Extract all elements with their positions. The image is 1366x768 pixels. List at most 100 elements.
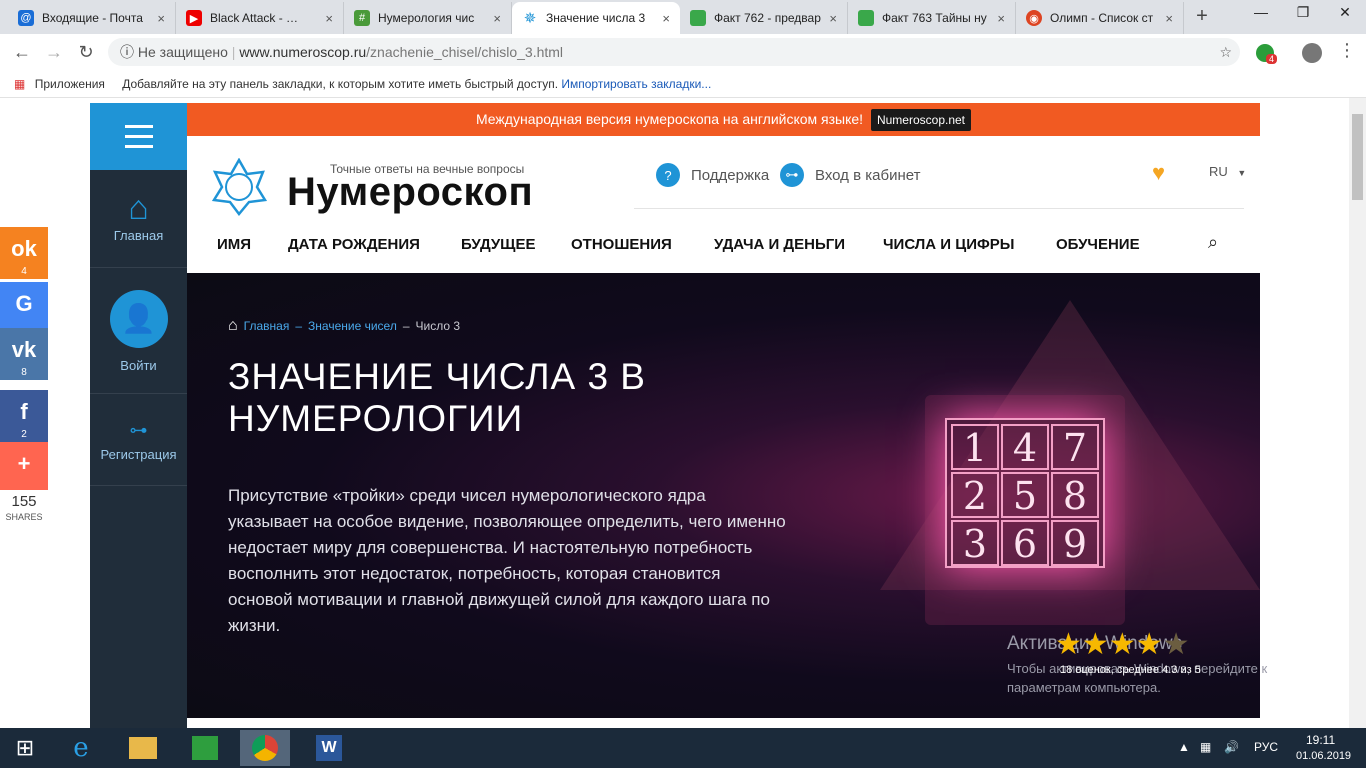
tab-bar: @ Входящие - Почта × ▶ Black Attack - … × # Н… [0, 0, 1366, 34]
logo-text[interactable]: Нумероскоп [287, 170, 533, 215]
numeroscop-icon: ✵ [523, 10, 537, 27]
numerology-grid: 1 4 7 2 5 8 3 6 9 [945, 418, 1105, 568]
star-icon[interactable]: ★ [1082, 630, 1109, 660]
star-bookmark-icon[interactable]: ☆ [1219, 38, 1232, 66]
bookmarks-bar: ▦ Приложения Добавляйте на эту панель за… [0, 70, 1366, 98]
chevron-down-icon: ▼ [1237, 168, 1247, 178]
international-banner[interactable]: Международная версия нумероскопа на англ… [187, 103, 1260, 136]
menu-item-future[interactable]: БУДУЩЕЕ [461, 236, 535, 253]
grid-cell: 9 [1051, 520, 1099, 566]
odnoklassniki-icon: ok [11, 236, 37, 261]
tab-numerology[interactable]: # Нумерология чис × [344, 2, 512, 34]
close-icon[interactable]: × [157, 11, 165, 26]
breadcrumb-section-link[interactable]: Значение чисел [308, 319, 397, 333]
favorites-heart-icon[interactable]: ♥ [1152, 160, 1165, 186]
star-icon[interactable]: ★ [1055, 630, 1082, 660]
share-vk-button[interactable]: vk 8 [0, 328, 48, 380]
extension-icon[interactable]: 4 [1256, 44, 1278, 64]
network-icon[interactable]: ▦ [1200, 740, 1211, 754]
new-tab-button[interactable]: + [1190, 5, 1214, 28]
input-language[interactable]: РУС [1254, 740, 1278, 754]
grid-cell: 8 [1051, 472, 1099, 518]
tab-youtube[interactable]: ▶ Black Attack - … × [176, 2, 344, 34]
tray-arrow-icon[interactable]: ▲ [1178, 740, 1190, 754]
reload-icon[interactable]: ↻ [74, 40, 98, 64]
rating-stars[interactable]: ★ ★ ★ ★ ★ [1055, 630, 1190, 660]
share-google-button[interactable]: G [0, 282, 48, 328]
language-select[interactable]: RU ▼ [1209, 164, 1246, 179]
sidebar-item-register[interactable]: ⊶ Регистрация [90, 394, 187, 486]
tab-olimp[interactable]: ◉ Олимп - Список ст × [1016, 2, 1184, 34]
share-ok-button[interactable]: ok 4 [0, 227, 48, 279]
breadcrumb: ⌂ Главная – Значение чисел – Число 3 [228, 317, 461, 335]
close-icon[interactable]: × [662, 11, 670, 26]
youtube-icon: ▶ [186, 10, 202, 26]
menu-item-name[interactable]: ИМЯ [217, 236, 251, 253]
doc-icon [690, 10, 706, 26]
share-facebook-button[interactable]: f2 [0, 390, 48, 442]
chrome-icon[interactable] [240, 730, 290, 766]
key-icon: ⊶ [129, 420, 148, 440]
breadcrumb-home-link[interactable]: Главная [244, 319, 290, 333]
support-link[interactable]: ? Поддержка [656, 163, 769, 187]
info-icon[interactable]: ⓘ [120, 44, 134, 60]
rating-text: 18 оценок, среднее 4.3 из 5 [1060, 664, 1201, 676]
sidebar-item-login[interactable]: 👤 Войти [90, 268, 187, 394]
forward-icon[interactable]: → [42, 40, 66, 64]
mail-icon: @ [18, 10, 34, 26]
star-icon[interactable]: ★ [1136, 630, 1163, 660]
search-icon[interactable]: ⌕ [1208, 232, 1218, 253]
menu-item-luck-money[interactable]: УДАЧА И ДЕНЬГИ [714, 236, 845, 253]
windows-start-icon[interactable]: ⊞ [0, 730, 50, 766]
grid-cell: 3 [951, 520, 999, 566]
logo-star-icon[interactable] [211, 157, 268, 217]
volume-icon[interactable]: 🔊 [1224, 740, 1239, 754]
home-icon: ⌂ [128, 189, 149, 227]
hamburger-menu-button[interactable] [90, 103, 187, 170]
menu-item-learning[interactable]: ОБУЧЕНИЕ [1056, 236, 1140, 253]
scrollbar-thumb[interactable] [1352, 114, 1363, 200]
menu-item-birthdate[interactable]: ДАТА РОЖДЕНИЯ [288, 236, 420, 253]
tab-active[interactable]: ✵ Значение числа 3 × [512, 2, 680, 34]
close-icon[interactable]: × [1165, 11, 1173, 26]
cabinet-link[interactable]: ⊶ Вход в кабинет [780, 163, 920, 187]
import-bookmarks-link[interactable]: Импортировать закладки... [561, 77, 711, 91]
home-icon[interactable]: ⌂ [228, 317, 238, 335]
grid-cell: 4 [1001, 424, 1049, 470]
minimize-icon[interactable]: — [1240, 0, 1282, 30]
maximize-icon[interactable]: ❐ [1282, 0, 1324, 30]
profile-avatar[interactable] [1302, 43, 1322, 63]
tab-fact-762[interactable]: Факт 762 - предвар × [680, 2, 848, 34]
word-icon[interactable]: W [304, 730, 354, 766]
apps-icon: ▦ [14, 77, 26, 91]
star-icon[interactable]: ★ [1109, 630, 1136, 660]
close-icon[interactable]: × [829, 11, 837, 26]
apps-link[interactable]: Приложения [35, 77, 105, 91]
clock-time[interactable]: 19:11 [1306, 733, 1335, 747]
star-icon[interactable]: ★ [1163, 630, 1190, 660]
olimp-icon: ◉ [1026, 10, 1042, 26]
menu-dots-icon[interactable]: ⋮ [1338, 40, 1356, 61]
google-icon: G [15, 291, 33, 316]
numeroscop-net-link[interactable]: Numeroscop.net [870, 109, 972, 131]
plus-icon: + [17, 451, 31, 476]
address-bar[interactable]: ⓘ Не защищено | www.numeroscop.ru/znache… [108, 38, 1240, 66]
share-more-button[interactable]: + [0, 442, 48, 490]
menu-item-numbers[interactable]: ЧИСЛА И ЦИФРЫ [883, 236, 1014, 253]
tab-fact-763[interactable]: Факт 763 Тайны ну × [848, 2, 1016, 34]
clock-date[interactable]: 01.06.2019 [1296, 750, 1351, 762]
browser-toolbar: ← → ↻ ⓘ Не защищено | www.numeroscop.ru/… [0, 34, 1366, 70]
content-bottom [187, 718, 992, 728]
file-explorer-icon[interactable] [118, 730, 168, 766]
close-icon[interactable]: × [493, 11, 501, 26]
site-icon: # [354, 10, 370, 26]
internet-explorer-icon[interactable]: e [56, 730, 106, 766]
close-icon[interactable]: × [325, 11, 333, 26]
back-icon[interactable]: ← [10, 40, 34, 64]
tab-mail[interactable]: @ Входящие - Почта × [8, 2, 176, 34]
sidebar-item-home[interactable]: ⌂ Главная [90, 170, 187, 268]
store-icon[interactable] [180, 730, 230, 766]
close-icon[interactable]: × [997, 11, 1005, 26]
menu-item-relations[interactable]: ОТНОШЕНИЯ [571, 236, 672, 253]
close-window-icon[interactable]: ✕ [1324, 0, 1366, 30]
